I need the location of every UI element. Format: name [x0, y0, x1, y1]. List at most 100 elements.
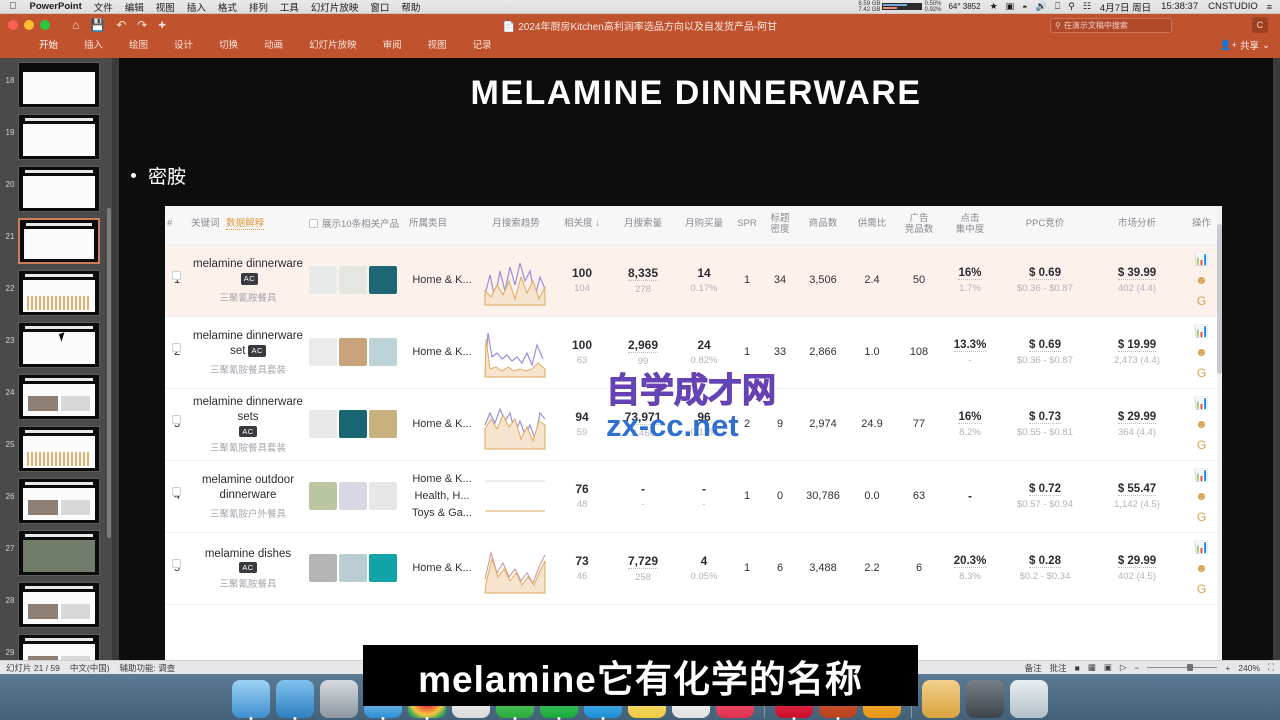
- avatar[interactable]: C: [1252, 17, 1268, 33]
- table-row[interactable]: 3 melamine dinnerware sets AC 三聚氰胺餐具套装 H…: [165, 388, 1222, 461]
- product-image[interactable]: [369, 410, 397, 439]
- add-icon[interactable]: ✚: [158, 20, 166, 31]
- product-image[interactable]: [309, 338, 337, 367]
- share-button[interactable]: 👤+ 共享 ⌄: [1220, 38, 1270, 53]
- row-checkbox[interactable]: [172, 270, 181, 280]
- zoom-level[interactable]: 240%: [1238, 663, 1260, 673]
- preferences-icon[interactable]: [966, 680, 1004, 718]
- network-stat-widget[interactable]: 8.59 GB 7.42 GB: [856, 1, 882, 13]
- tab-record[interactable]: 记录: [460, 37, 505, 51]
- close-window-button[interactable]: [8, 20, 18, 30]
- keyword-text[interactable]: melamine outdoor dinnerware: [191, 473, 305, 504]
- product-image[interactable]: [339, 482, 367, 511]
- row-checkbox[interactable]: [172, 414, 181, 424]
- actions-cell[interactable]: 📊 ☻ G: [1181, 316, 1222, 389]
- table-row[interactable]: 5 melamine dishes AC 三聚氰胺餐具 Home & K... …: [165, 532, 1222, 605]
- product-image[interactable]: [339, 266, 367, 295]
- thumbnail-preview[interactable]: [18, 426, 100, 472]
- header-purchase-volume[interactable]: 月购买量: [677, 206, 731, 245]
- smiley-icon[interactable]: ☻: [1195, 417, 1208, 431]
- category-cell[interactable]: Home & K...: [407, 388, 477, 461]
- product-thumbnails-cell[interactable]: [307, 532, 407, 605]
- launchpad-icon[interactable]: [320, 680, 358, 718]
- home-icon[interactable]: ⌂: [72, 18, 79, 32]
- airplay-icon[interactable]: ⎕: [1051, 1, 1064, 12]
- product-image[interactable]: [339, 554, 367, 583]
- thumbnail-item[interactable]: 26: [0, 474, 112, 526]
- thumbnail-item[interactable]: 20: [0, 162, 112, 214]
- bar-chart-icon[interactable]: 📊: [1194, 324, 1209, 338]
- bar-chart-icon[interactable]: 📊: [1194, 396, 1209, 410]
- category-cell[interactable]: Home & K...: [407, 316, 477, 389]
- row-action-icons[interactable]: 📊 ☻ G: [1183, 252, 1220, 308]
- thumbnail-preview[interactable]: [18, 582, 100, 628]
- actions-cell[interactable]: 📊 ☻ G: [1181, 460, 1222, 533]
- trend-chart-cell[interactable]: [477, 244, 555, 317]
- menu-arrange[interactable]: 排列: [243, 0, 274, 14]
- notes-button[interactable]: 备注: [1025, 662, 1042, 674]
- minimize-window-button[interactable]: [24, 20, 34, 30]
- thumbnail-preview[interactable]: [18, 62, 100, 108]
- zoom-out-button[interactable]: −: [1134, 663, 1139, 673]
- table-row[interactable]: 1 melamine dinnerwareAC 三聚氰胺餐具 Home & K.…: [165, 244, 1222, 317]
- accessibility-status[interactable]: 辅助功能: 调查: [120, 662, 176, 674]
- thumbnail-item[interactable]: 23: [0, 318, 112, 370]
- smiley-icon[interactable]: ☻: [1195, 489, 1208, 503]
- thumbnail-item[interactable]: 25: [0, 422, 112, 474]
- table-row[interactable]: 2 melamine dinnerware set AC 三聚氰胺餐具套装 Ho…: [165, 316, 1222, 389]
- folder-icon[interactable]: [922, 680, 960, 718]
- thumbnail-preview[interactable]: [18, 166, 100, 212]
- notification-center-icon[interactable]: ≡: [1263, 2, 1276, 12]
- actions-cell[interactable]: 📊 ☻ G: [1181, 388, 1222, 461]
- product-thumbnails-cell[interactable]: [307, 460, 407, 533]
- tab-view[interactable]: 视图: [415, 37, 460, 51]
- trend-chart-cell[interactable]: [477, 532, 555, 605]
- header-search-volume[interactable]: 月搜索量: [609, 206, 677, 245]
- thumbnail-item[interactable]: 19: [0, 110, 112, 162]
- wifi-icon[interactable]: ◓: [1018, 2, 1031, 12]
- zoom-in-button[interactable]: +: [1225, 663, 1230, 673]
- slideshow-icon[interactable]: ▷: [1120, 662, 1127, 673]
- fit-slide-icon[interactable]: ⛶: [1268, 662, 1274, 673]
- volume-icon[interactable]: 🔊: [1032, 1, 1051, 12]
- menu-file[interactable]: 文件: [88, 0, 119, 14]
- header-ppc-bid[interactable]: PPC竞价: [997, 206, 1093, 245]
- menu-help[interactable]: 帮助: [395, 0, 426, 14]
- cpu-stat-widget[interactable]: 0.50% 0.92%: [922, 1, 943, 13]
- smiley-icon[interactable]: ☻: [1195, 273, 1208, 287]
- save-icon[interactable]: 💾: [90, 18, 105, 32]
- tab-review[interactable]: 审阅: [370, 37, 415, 51]
- row-action-icons[interactable]: 📊 ☻ G: [1183, 468, 1220, 524]
- trash-icon[interactable]: [1010, 680, 1048, 718]
- sorter-view-icon[interactable]: ▦: [1088, 662, 1096, 673]
- current-slide[interactable]: MELAMINE DINNERWARE 密胺 # 关键词 数据解释 展示10条相…: [119, 58, 1273, 674]
- header-show-related[interactable]: 展示10条相关产品: [307, 206, 407, 245]
- product-image[interactable]: [369, 482, 397, 511]
- product-thumbnails-cell[interactable]: [307, 388, 407, 461]
- category-cell[interactable]: Home & K... Health, H... Toys & Ga...: [407, 460, 477, 533]
- menu-insert[interactable]: 插入: [181, 0, 212, 14]
- tab-home[interactable]: 开始: [26, 37, 71, 51]
- thumbnail-item[interactable]: 18: [0, 58, 112, 110]
- slide-thumbnail-pane[interactable]: 18 19 20 21 22 23 24 25 26 27 28 29: [0, 58, 112, 674]
- product-thumbnails-cell[interactable]: [307, 316, 407, 389]
- trend-chart-cell[interactable]: [477, 388, 555, 461]
- finder-icon[interactable]: [232, 680, 270, 720]
- product-image[interactable]: [309, 266, 337, 295]
- row-action-icons[interactable]: 📊 ☻ G: [1183, 540, 1220, 596]
- bar-chart-icon[interactable]: 📊: [1194, 252, 1209, 266]
- table-row[interactable]: 4 melamine outdoor dinnerware 三聚氰胺户外餐具 H…: [165, 460, 1222, 533]
- header-product-count[interactable]: 商品数: [797, 206, 849, 245]
- header-title-density[interactable]: 标题 密度: [763, 206, 797, 245]
- thumbnail-preview[interactable]: [18, 530, 100, 576]
- comments-button[interactable]: 批注: [1050, 662, 1067, 674]
- menu-app-name[interactable]: PowerPoint: [24, 1, 88, 12]
- trend-chart-cell[interactable]: [477, 460, 555, 533]
- product-image[interactable]: [339, 338, 367, 367]
- bluetooth-icon[interactable]: ★: [986, 1, 1002, 12]
- thumbnail-item[interactable]: 28: [0, 578, 112, 630]
- row-action-icons[interactable]: 📊 ☻ G: [1183, 324, 1220, 380]
- google-icon[interactable]: G: [1197, 510, 1206, 524]
- menu-edit[interactable]: 编辑: [119, 0, 150, 14]
- google-icon[interactable]: G: [1197, 438, 1206, 452]
